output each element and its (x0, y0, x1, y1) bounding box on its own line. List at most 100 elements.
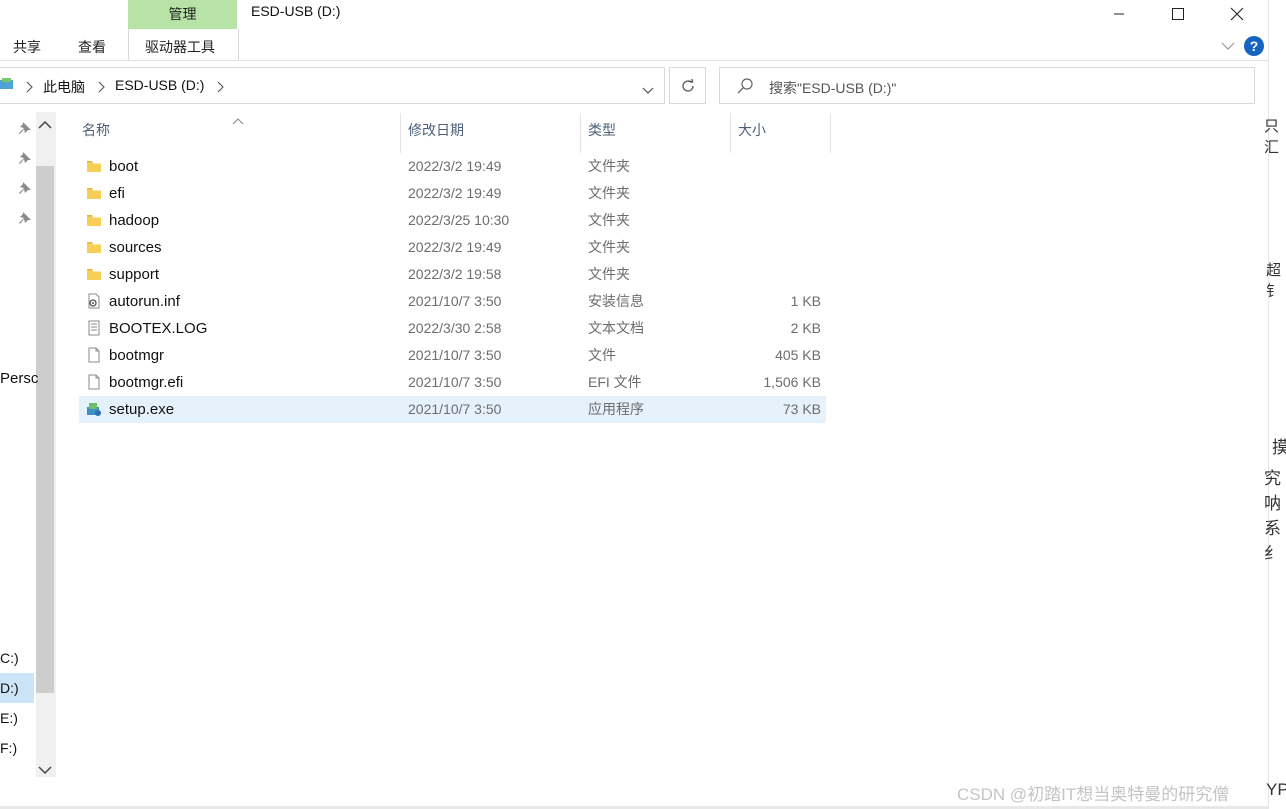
file-row[interactable]: bootmgr.efi 2021/10/7 3:50 EFI 文件 1,506 KB (79, 369, 826, 396)
folder-icon (86, 239, 102, 255)
column-divider[interactable] (730, 113, 731, 153)
ribbon-context-tab-manage[interactable]: 管理 (128, 0, 237, 29)
this-pc-icon (0, 76, 14, 97)
sort-ascending-icon (232, 112, 244, 130)
file-name: bootmgr (109, 347, 165, 364)
close-icon (1230, 7, 1244, 21)
file-type: 文件夹 (588, 158, 630, 174)
chevron-up-icon (38, 120, 52, 129)
pin-icon[interactable] (18, 121, 32, 135)
nav-scrollbar-thumb[interactable] (36, 166, 54, 693)
ribbon-divider (0, 60, 1268, 61)
column-header-name[interactable]: 名称 (82, 120, 110, 140)
setup-exe-icon (86, 401, 102, 417)
file-type: 文件夹 (588, 212, 630, 228)
scroll-up-button[interactable] (38, 117, 52, 135)
file-row[interactable]: support 2022/3/2 19:58 文件夹 (79, 261, 826, 288)
file-type: 文件夹 (588, 185, 630, 201)
file-date: 2022/3/2 19:49 (408, 239, 502, 255)
history-dropdown-button[interactable] (642, 82, 654, 100)
folder-icon (86, 266, 102, 282)
file-date: 2022/3/2 19:49 (408, 185, 502, 201)
column-divider[interactable] (580, 113, 581, 153)
folder-icon (86, 158, 102, 174)
file-row[interactable]: hadoop 2022/3/25 10:30 文件夹 (79, 207, 826, 234)
file-date: 2022/3/25 10:30 (408, 212, 510, 228)
close-button[interactable] (1208, 0, 1266, 28)
file-row[interactable]: bootmgr 2021/10/7 3:50 文件 405 KB (79, 342, 826, 369)
file-size: 1 KB (790, 293, 821, 309)
file-size: 405 KB (775, 347, 821, 363)
watermark: CSDN @初踏IT想当奥特曼的研究僧 (957, 785, 1230, 804)
file-name: boot (109, 158, 139, 175)
scroll-down-button[interactable] (38, 762, 52, 780)
file-name: sources (109, 239, 162, 256)
file-name: efi (109, 185, 125, 202)
chevron-right-icon[interactable] (217, 80, 225, 98)
pin-icon[interactable] (18, 151, 32, 165)
file-date: 2021/10/7 3:50 (408, 374, 502, 390)
column-header-size[interactable]: 大小 (738, 120, 766, 140)
background-text: YP (1266, 780, 1286, 799)
folder-icon (86, 185, 102, 201)
file-date: 2022/3/2 19:58 (408, 266, 502, 282)
background-text: 究呐 (1264, 469, 1281, 513)
file-icon (86, 374, 102, 390)
file-date: 2022/3/30 2:58 (408, 320, 502, 336)
file-name: support (109, 266, 160, 283)
refresh-button[interactable] (669, 67, 706, 104)
chevron-down-icon (38, 766, 52, 775)
chevron-right-icon (26, 80, 34, 98)
tab-view[interactable]: 查看 (78, 37, 106, 57)
file-row[interactable]: boot 2022/3/2 19:49 文件夹 (79, 153, 826, 180)
chevron-down-icon (1221, 42, 1235, 50)
file-type: 文本文档 (588, 320, 644, 336)
column-header-date[interactable]: 修改日期 (408, 120, 464, 140)
chevron-down-icon (642, 87, 654, 94)
window-title: ESD-USB (D:) (251, 3, 341, 19)
column-divider[interactable] (830, 113, 831, 153)
breadcrumb-this-pc[interactable]: 此电脑 (43, 77, 85, 97)
file-name: autorun.inf (109, 293, 180, 310)
file-name: setup.exe (109, 401, 175, 418)
file-icon (86, 347, 102, 363)
maximize-button[interactable] (1149, 0, 1207, 28)
search-placeholder: 搜索"ESD-USB (D:)" (769, 80, 897, 96)
background-text: 只汇 (1264, 118, 1280, 156)
file-row[interactable]: setup.exe 2021/10/7 3:50 应用程序 73 KB (79, 396, 826, 423)
file-type: 安装信息 (588, 293, 644, 309)
pin-icon[interactable] (18, 181, 32, 195)
settings-file-icon (86, 293, 102, 309)
file-name: hadoop (109, 212, 160, 229)
ribbon-expand-button[interactable] (1221, 38, 1235, 56)
minimize-button[interactable] (1090, 0, 1148, 28)
file-row[interactable]: sources 2022/3/2 19:49 文件夹 (79, 234, 826, 261)
nav-item-drive-c[interactable]: C:) (0, 650, 19, 666)
help-icon[interactable]: ? (1244, 36, 1264, 56)
file-type: 文件夹 (588, 266, 630, 282)
folder-icon (86, 212, 102, 228)
column-divider[interactable] (400, 113, 401, 153)
file-size: 1,506 KB (763, 374, 821, 390)
tab-share[interactable]: 共享 (13, 37, 41, 57)
refresh-icon (681, 78, 694, 92)
file-name: BOOTEX.LOG (109, 320, 208, 337)
file-row[interactable]: autorun.inf 2021/10/7 3:50 安装信息 1 KB (79, 288, 826, 315)
minimize-icon (1114, 13, 1124, 15)
file-name: bootmgr.efi (109, 374, 184, 391)
nav-item-drive-f[interactable]: F:) (0, 740, 17, 756)
background-text: 超钅 (1266, 262, 1282, 300)
file-date: 2021/10/7 3:50 (408, 401, 502, 417)
chevron-right-icon (98, 80, 106, 98)
tab-drive-tools[interactable]: 驱动器工具 (145, 37, 215, 57)
file-row[interactable]: BOOTEX.LOG 2022/3/30 2:58 文本文档 2 KB (79, 315, 826, 342)
file-row[interactable]: efi 2022/3/2 19:49 文件夹 (79, 180, 826, 207)
file-type: EFI 文件 (588, 374, 642, 390)
nav-item-personal[interactable]: Persc (0, 370, 38, 387)
column-header-type[interactable]: 类型 (588, 120, 616, 140)
breadcrumb-drive[interactable]: ESD-USB (D:) (115, 77, 204, 93)
nav-item-drive-e[interactable]: E:) (0, 710, 18, 726)
file-type: 文件 (588, 347, 616, 363)
pin-icon[interactable] (18, 211, 32, 225)
nav-item-drive-d[interactable]: D:) (0, 680, 19, 696)
